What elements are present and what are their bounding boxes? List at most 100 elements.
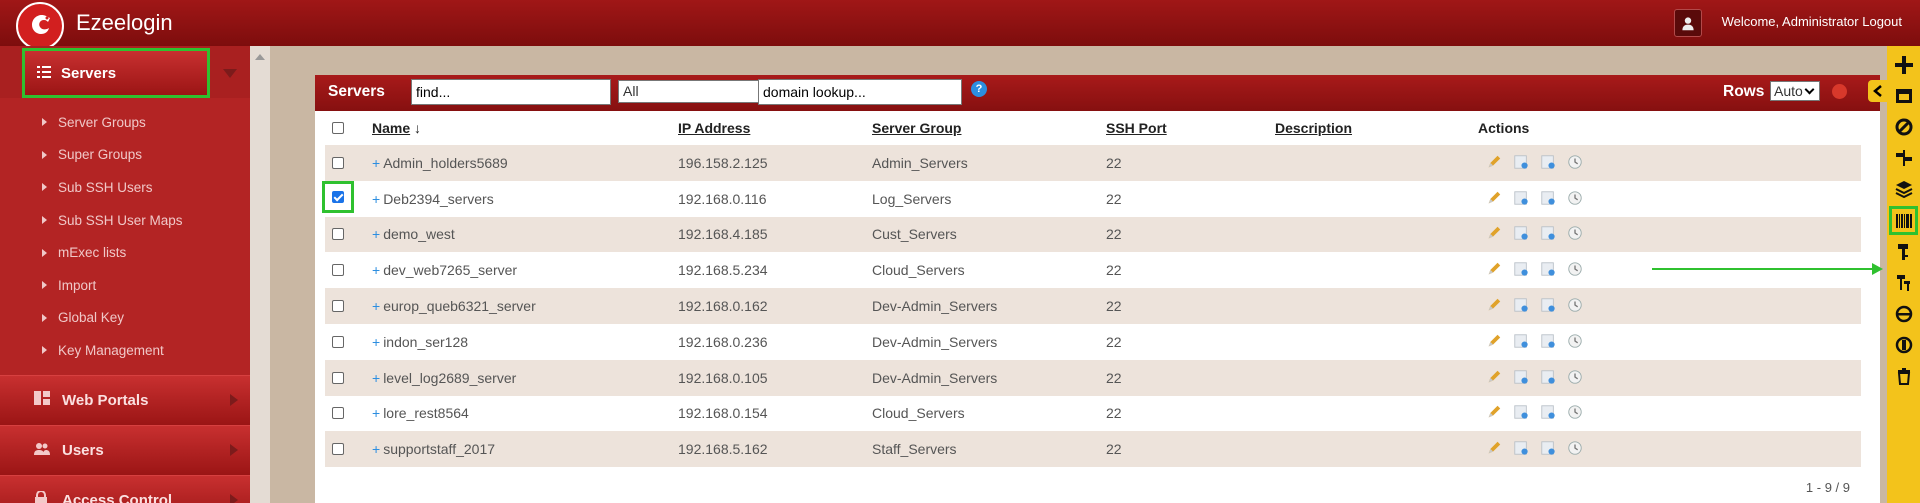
table-row[interactable]: + demo_west 192.168.4.185 Cust_Servers 22: [325, 216, 1861, 253]
server-export-icon[interactable]: [1540, 225, 1558, 243]
clock-icon[interactable]: [1567, 261, 1585, 279]
keys-icon[interactable]: [1891, 270, 1916, 295]
row-checkbox[interactable]: [332, 443, 344, 456]
expand-plus-icon[interactable]: +: [372, 405, 380, 421]
server-export-icon[interactable]: [1540, 404, 1558, 422]
ban-icon[interactable]: [1891, 114, 1916, 139]
server-details-icon[interactable]: [1513, 154, 1531, 172]
row-checkbox[interactable]: [332, 335, 344, 348]
scroll-up-icon[interactable]: [255, 54, 265, 60]
edit-pencil-icon[interactable]: [1486, 333, 1504, 351]
expand-plus-icon[interactable]: +: [372, 441, 380, 457]
server-name[interactable]: lore_rest8564: [383, 405, 469, 421]
trash-icon[interactable]: [1891, 363, 1916, 388]
clock-icon[interactable]: [1567, 154, 1585, 172]
edit-pencil-icon[interactable]: [1486, 190, 1504, 208]
server-name[interactable]: supportstaff_2017: [383, 441, 495, 457]
server-export-icon[interactable]: [1540, 190, 1558, 208]
clock-icon[interactable]: [1567, 369, 1585, 387]
signpost-icon[interactable]: [1891, 145, 1916, 170]
help-icon[interactable]: ?: [971, 81, 987, 97]
sidebar-item-sub-ssh-user-maps[interactable]: Sub SSH User Maps: [0, 204, 250, 237]
server-export-icon[interactable]: [1540, 154, 1558, 172]
barcode-icon[interactable]: [1889, 206, 1918, 235]
sidebar-item-server-groups[interactable]: Server Groups: [0, 106, 250, 139]
sidebar-item-import[interactable]: Import: [0, 269, 250, 302]
row-checkbox[interactable]: [332, 228, 344, 241]
sidebar-item-access-control[interactable]: Access Control: [0, 474, 250, 503]
table-row[interactable]: + supportstaff_2017 192.168.5.162 Staff_S…: [325, 431, 1861, 468]
domain-lookup-input[interactable]: [758, 79, 962, 105]
sidebar-scrollbar[interactable]: [250, 46, 270, 503]
table-row[interactable]: + level_log2689_server 192.168.0.105 Dev-…: [325, 359, 1861, 396]
key-icon[interactable]: [1891, 239, 1916, 264]
row-checkbox[interactable]: [332, 371, 344, 384]
server-name[interactable]: europ_queb6321_server: [383, 298, 536, 314]
clock-icon[interactable]: [1567, 404, 1585, 422]
expand-plus-icon[interactable]: +: [372, 370, 380, 386]
column-header-ssh-port[interactable]: SSH Port: [1106, 120, 1167, 136]
table-row[interactable]: + Admin_holders5689 196.158.2.125 Admin_S…: [325, 145, 1861, 181]
sidebar-item-web-portals[interactable]: Web Portals: [0, 374, 250, 425]
sidebar-item-super-groups[interactable]: Super Groups: [0, 139, 250, 172]
edit-pencil-icon[interactable]: [1486, 261, 1504, 279]
rows-select[interactable]: Auto: [1770, 81, 1820, 101]
sidebar-item-mexec-lists[interactable]: mExec lists: [0, 236, 250, 269]
edit-pencil-icon[interactable]: [1486, 404, 1504, 422]
chain-icon[interactable]: [1891, 301, 1916, 326]
edit-pencil-icon[interactable]: [1486, 440, 1504, 458]
column-header-ip[interactable]: IP Address: [678, 120, 750, 136]
row-checkbox[interactable]: [332, 300, 344, 313]
column-header-name[interactable]: Name: [372, 120, 410, 136]
collapse-icon[interactable]: [1832, 84, 1847, 99]
server-name[interactable]: Admin_holders5689: [383, 155, 508, 171]
row-checkbox[interactable]: [332, 156, 344, 169]
column-header-description[interactable]: Description: [1275, 120, 1352, 136]
globe-lock-icon[interactable]: [1891, 332, 1916, 357]
edit-pencil-icon[interactable]: [1486, 225, 1504, 243]
logo-icon[interactable]: [16, 2, 64, 50]
sort-down-icon[interactable]: ↓: [414, 120, 421, 136]
sidebar-item-global-key[interactable]: Global Key: [0, 302, 250, 335]
row-checkbox[interactable]: [332, 191, 344, 204]
table-row[interactable]: + lore_rest8564 192.168.0.154 Cloud_Serve…: [325, 395, 1861, 432]
column-header-server-group[interactable]: Server Group: [872, 120, 961, 136]
server-details-icon[interactable]: [1513, 369, 1531, 387]
clock-icon[interactable]: [1567, 440, 1585, 458]
welcome-logout-link[interactable]: Welcome, Administrator Logout: [1722, 14, 1902, 29]
server-details-icon[interactable]: [1513, 297, 1531, 315]
server-details-icon[interactable]: [1513, 190, 1531, 208]
edit-pencil-icon[interactable]: [1486, 297, 1504, 315]
plus-icon[interactable]: [1891, 52, 1916, 77]
table-row[interactable]: + Deb2394_servers 192.168.0.116 Log_Serve…: [322, 180, 1861, 217]
table-row[interactable]: + dev_web7265_server 192.168.5.234 Cloud_…: [325, 252, 1861, 289]
row-checkbox[interactable]: [332, 407, 344, 420]
clock-icon[interactable]: [1567, 225, 1585, 243]
expand-plus-icon[interactable]: +: [372, 191, 380, 207]
server-details-icon[interactable]: [1513, 225, 1531, 243]
expand-plus-icon[interactable]: +: [372, 262, 380, 278]
search-input[interactable]: [411, 79, 611, 105]
server-export-icon[interactable]: [1540, 261, 1558, 279]
server-name[interactable]: indon_ser128: [383, 334, 468, 350]
server-export-icon[interactable]: [1540, 369, 1558, 387]
clock-icon[interactable]: [1567, 297, 1585, 315]
expand-plus-icon[interactable]: +: [372, 298, 380, 314]
sidebar-item-users[interactable]: Users: [0, 424, 250, 475]
sidebar-item-servers[interactable]: Servers: [22, 48, 237, 98]
table-row[interactable]: + europ_queb6321_server 192.168.0.162 Dev…: [325, 288, 1861, 324]
server-name[interactable]: Deb2394_servers: [383, 191, 494, 207]
sidebar-item-key-management[interactable]: Key Management: [0, 334, 250, 367]
server-export-icon[interactable]: [1540, 333, 1558, 351]
server-details-icon[interactable]: [1513, 404, 1531, 422]
user-avatar-icon[interactable]: [1674, 9, 1702, 37]
clock-icon[interactable]: [1567, 190, 1585, 208]
toolbar-toggle-icon[interactable]: [1868, 80, 1888, 102]
server-details-icon[interactable]: [1513, 261, 1531, 279]
layers-icon[interactable]: [1891, 176, 1916, 201]
sidebar-item-sub-ssh-users[interactable]: Sub SSH Users: [0, 171, 250, 204]
expand-plus-icon[interactable]: +: [372, 155, 380, 171]
server-name[interactable]: demo_west: [383, 226, 455, 242]
expand-plus-icon[interactable]: +: [372, 226, 380, 242]
row-checkbox[interactable]: [332, 264, 344, 277]
